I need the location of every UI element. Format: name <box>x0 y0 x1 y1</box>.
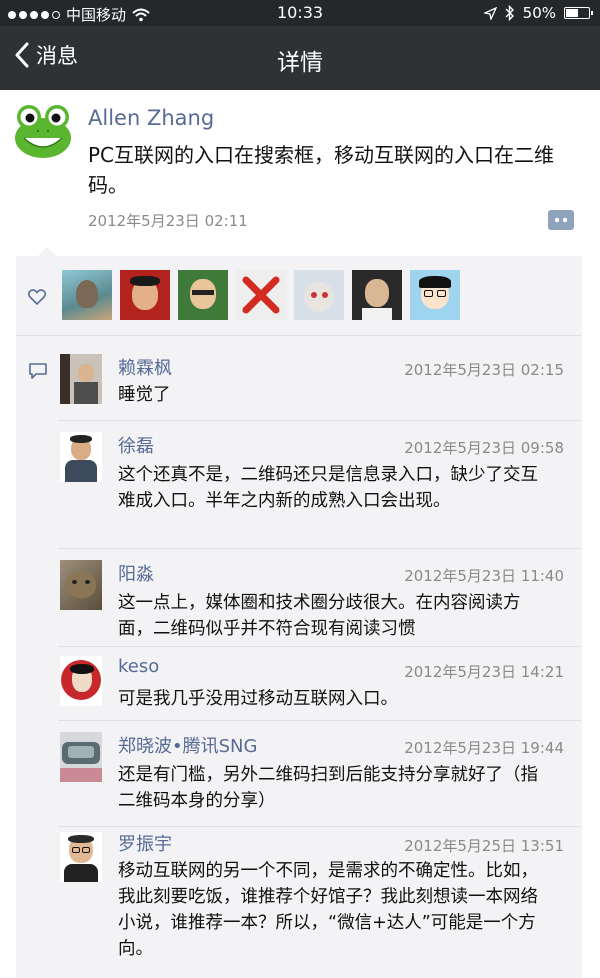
liker-avatar-7[interactable] <box>410 270 460 320</box>
commenter-avatar[interactable] <box>60 354 102 404</box>
liker-avatar-4[interactable] <box>236 270 286 320</box>
commenter-name[interactable]: 郑晓波•腾讯SNG <box>118 732 257 758</box>
liker-avatar-3[interactable] <box>178 270 228 320</box>
interaction-panel: 赖霖枫 2012年5月23日 02:15 睡觉了 徐磊 2012年5月23日 0… <box>16 247 582 978</box>
page-title: 详情 <box>277 50 323 76</box>
comment-text: 还是有门槛，另外二维码扫到后能支持分享就好了（指二维码本身的分享） <box>118 765 538 811</box>
comment-text: 睡觉了 <box>118 385 171 405</box>
comment-timestamp: 2012年5月23日 02:15 <box>404 361 564 379</box>
commenter-avatar[interactable] <box>60 732 102 782</box>
frog-avatar-icon[interactable] <box>12 100 74 162</box>
commenter-name[interactable]: 赖霖枫 <box>118 354 172 380</box>
commenter-name[interactable]: 罗振宇 <box>118 830 172 856</box>
comment-timestamp: 2012年5月25日 13:51 <box>404 837 564 855</box>
comment-text: 移动互联网的另一个不同，是需求的不确定性。比如，我此刻要吃饭，谁推荐个好馆子？我… <box>118 861 538 959</box>
bluetooth-icon <box>505 5 514 21</box>
comment-action-icon[interactable] <box>548 210 574 230</box>
comment-item: 阳淼 2012年5月23日 11:40 这一点上，媒体圈和技术圈分歧很大。在内容… <box>16 548 582 644</box>
heart-icon <box>28 289 46 305</box>
liker-avatar-6[interactable] <box>352 270 402 320</box>
comment-timestamp: 2012年5月23日 19:44 <box>404 739 564 757</box>
comment-item: 赖霖枫 2012年5月23日 02:15 睡觉了 <box>16 346 582 418</box>
comment-timestamp: 2012年5月23日 09:58 <box>404 439 564 457</box>
comment-item: 郑晓波•腾讯SNG 2012年5月23日 19:44 还是有门槛，另外二维码扫到… <box>16 720 582 824</box>
commenter-name[interactable]: 徐磊 <box>118 432 154 458</box>
likes-row <box>16 256 582 336</box>
liker-avatar-5[interactable] <box>294 270 344 320</box>
comment-text: 这个还真不是，二维码还只是信息录入口，缺少了交互难成入口。半年之内新的成熟入口会… <box>118 465 538 511</box>
post-timestamp: 2012年5月23日 02:11 <box>88 212 248 230</box>
status-bar: 中国移动 10:33 50% <box>0 0 600 26</box>
comment-item: keso 2012年5月23日 14:21 可是我几乎没用过移动互联网入口。 <box>16 646 582 718</box>
comment-item: 罗振宇 2012年5月25日 13:51 移动互联网的另一个不同，是需求的不确定… <box>16 826 582 978</box>
post-author[interactable]: Allen Zhang <box>88 106 214 130</box>
location-arrow-icon <box>483 6 497 20</box>
liker-avatar-1[interactable] <box>62 270 112 320</box>
commenter-avatar[interactable] <box>60 832 102 882</box>
commenter-avatar[interactable] <box>60 656 102 706</box>
commenter-name[interactable]: keso <box>118 656 159 677</box>
comment-text: 可是我几乎没用过移动互联网入口。 <box>118 689 398 709</box>
liker-avatar-2[interactable] <box>120 270 170 320</box>
commenter-avatar[interactable] <box>60 432 102 482</box>
commenter-name[interactable]: 阳淼 <box>118 560 154 586</box>
comment-timestamp: 2012年5月23日 14:21 <box>404 663 564 681</box>
commenter-avatar[interactable] <box>60 560 102 610</box>
comment-text: 这一点上，媒体圈和技术圈分歧很大。在内容阅读方面，二维码似乎并不符合现有阅读习惯 <box>118 593 521 639</box>
comment-timestamp: 2012年5月23日 11:40 <box>404 567 564 585</box>
battery-percent: 50% <box>522 4 556 22</box>
post-text: PC互联网的入口在搜索框，移动互联网的入口在二维码。 <box>88 143 555 197</box>
battery-icon <box>564 7 593 19</box>
comment-item: 徐磊 2012年5月23日 09:58 这个还真不是，二维码还只是信息录入口，缺… <box>16 420 582 546</box>
navigation-bar: 消息 详情 <box>0 26 600 90</box>
